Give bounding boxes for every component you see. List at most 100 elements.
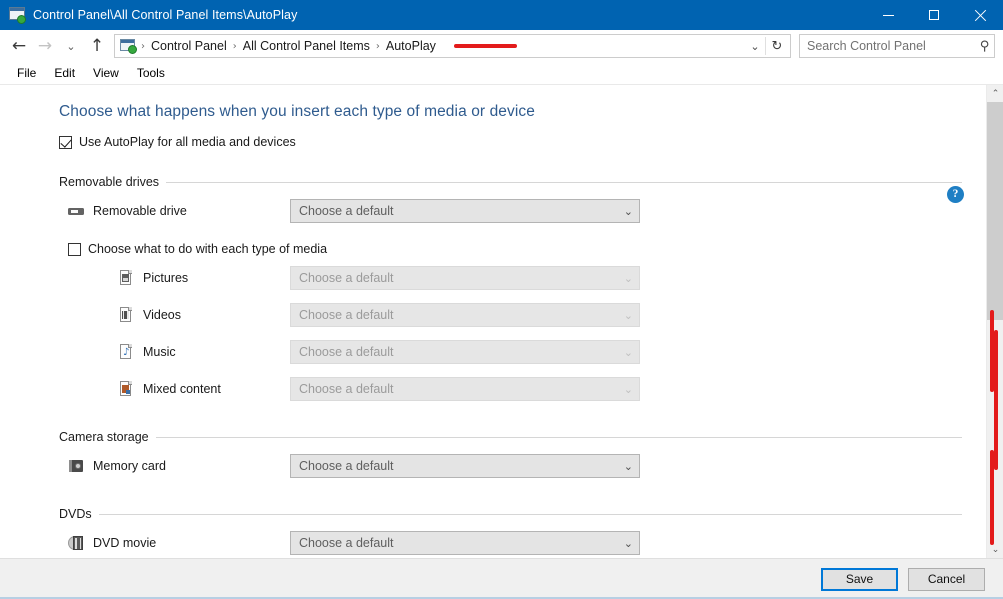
chevron-down-icon: ⌄: [623, 204, 633, 218]
content-area: Choose what happens when you insert each…: [0, 84, 1003, 558]
dropdown-mixed-content[interactable]: Choose a default ⌄: [290, 377, 640, 401]
control-panel-window: Control Panel\All Control Panel Items\Au…: [0, 0, 1003, 599]
videos-icon: [118, 307, 134, 323]
dropdown-memory-card[interactable]: Choose a default ⌄: [290, 454, 640, 478]
setting-row-pictures: Pictures Choose a default ⌄: [0, 263, 986, 293]
group-header: Removable drives: [0, 175, 986, 189]
annotation-line-lower: [990, 450, 994, 545]
dvd-icon: [68, 535, 84, 551]
footer-bar: Save Cancel: [0, 558, 1003, 599]
back-button[interactable]: ←: [6, 33, 32, 59]
chevron-down-icon: ⌄: [623, 459, 633, 473]
vertical-scrollbar[interactable]: ⌃ ⌄: [986, 85, 1003, 558]
search-icon: ⚲: [980, 38, 990, 54]
setting-row-removable-drive: Removable drive Choose a default ⌄: [0, 196, 986, 226]
dropdown-pictures[interactable]: Choose a default ⌄: [290, 266, 640, 290]
memory-card-icon: [68, 458, 84, 474]
menu-view[interactable]: View: [84, 64, 128, 82]
save-button[interactable]: Save: [821, 567, 898, 591]
group-camera-storage: Camera storage Memory card Choose a defa…: [0, 430, 986, 481]
menu-edit[interactable]: Edit: [45, 64, 84, 82]
refresh-button[interactable]: ↻: [766, 35, 788, 57]
chevron-down-icon: ⌄: [623, 308, 633, 322]
up-button[interactable]: ↑: [84, 33, 110, 59]
chevron-down-icon: ⌄: [623, 536, 633, 550]
scrollbar-thumb[interactable]: [987, 102, 1003, 320]
row-label: Memory card: [93, 459, 166, 473]
recent-locations-button[interactable]: ⌄: [58, 33, 84, 59]
music-icon: ♪: [118, 344, 134, 360]
breadcrumb-separator: ›: [232, 40, 237, 52]
chevron-down-icon: ⌄: [991, 544, 1000, 555]
search-input[interactable]: Search Control Panel: [807, 39, 980, 53]
group-divider: [166, 181, 962, 183]
page-title: Choose what happens when you insert each…: [59, 103, 535, 120]
setting-row-memory-card: Memory card Choose a default ⌄: [0, 451, 986, 481]
navigation-bar: ← → ⌄ ↑ › Control Panel › All Control Pa…: [0, 30, 1003, 62]
address-dropdown-button[interactable]: ⌄: [745, 35, 765, 57]
dropdown-value: Choose a default: [299, 536, 394, 550]
use-autoplay-label: Use AutoPlay for all media and devices: [79, 135, 296, 149]
dropdown-value: Choose a default: [299, 382, 394, 396]
menu-tools[interactable]: Tools: [128, 64, 174, 82]
breadcrumb-item-control-panel[interactable]: Control Panel: [147, 37, 231, 55]
refresh-icon: ↻: [771, 38, 783, 54]
breadcrumb-control-panel-icon: [120, 38, 137, 54]
each-media-type-label: Choose what to do with each type of medi…: [88, 242, 328, 256]
annotation-line-middle: [994, 330, 998, 470]
maximize-button[interactable]: [911, 0, 957, 30]
cancel-button[interactable]: Cancel: [908, 567, 985, 591]
up-arrow-icon: ↑: [89, 35, 105, 56]
mixed-content-icon: [118, 381, 134, 397]
group-divider: [98, 513, 962, 515]
setting-row-videos: Videos Choose a default ⌄: [0, 300, 986, 330]
settings-pane: Choose what happens when you insert each…: [0, 85, 986, 558]
chevron-down-icon: ⌄: [623, 345, 633, 359]
chevron-down-icon: ⌄: [623, 382, 633, 396]
row-label: Removable drive: [93, 204, 187, 218]
help-icon[interactable]: ?: [947, 186, 964, 203]
dropdown-value: Choose a default: [299, 204, 394, 218]
address-bar[interactable]: › Control Panel › All Control Panel Item…: [114, 34, 791, 58]
group-title: Camera storage: [59, 430, 149, 444]
dropdown-dvd-movie[interactable]: Choose a default ⌄: [290, 531, 640, 555]
breadcrumb-item-all-items[interactable]: All Control Panel Items: [239, 37, 374, 55]
scroll-up-button[interactable]: ⌃: [987, 85, 1003, 102]
use-autoplay-checkbox-row[interactable]: Use AutoPlay for all media and devices: [0, 121, 986, 149]
usb-drive-icon: [68, 203, 84, 219]
dropdown-value: Choose a default: [299, 459, 394, 473]
chevron-up-icon: ⌃: [991, 88, 1000, 99]
row-label: Mixed content: [143, 382, 221, 396]
menu-bar: File Edit View Tools: [0, 62, 1003, 84]
window-controls: [865, 0, 1003, 30]
breadcrumb-item-autoplay[interactable]: AutoPlay: [382, 37, 440, 55]
group-removable-drives: Removable drives Removable drive Choose …: [0, 175, 986, 404]
minimize-button[interactable]: [865, 0, 911, 30]
dropdown-music[interactable]: Choose a default ⌄: [290, 340, 640, 364]
group-title: Removable drives: [59, 175, 160, 189]
dropdown-value: Choose a default: [299, 308, 394, 322]
control-panel-icon: [9, 7, 26, 24]
forward-arrow-icon: →: [37, 35, 53, 56]
group-divider: [155, 436, 962, 438]
breadcrumb-separator: ›: [141, 40, 145, 52]
dropdown-videos[interactable]: Choose a default ⌄: [290, 303, 640, 327]
dropdown-removable-drive[interactable]: Choose a default ⌄: [290, 199, 640, 223]
title-bar: Control Panel\All Control Panel Items\Au…: [0, 0, 1003, 30]
each-media-type-checkbox[interactable]: [68, 242, 81, 256]
group-header: Camera storage: [0, 430, 986, 444]
each-media-type-checkbox-row[interactable]: Choose what to do with each type of medi…: [0, 242, 986, 256]
chevron-down-icon: ⌄: [750, 39, 760, 53]
group-dvds: DVDs DVD movie Choose a default ⌄: [0, 507, 986, 558]
group-title: DVDs: [59, 507, 92, 521]
row-label: Music: [143, 345, 176, 359]
menu-file[interactable]: File: [8, 64, 45, 82]
setting-row-music: ♪ Music Choose a default ⌄: [0, 337, 986, 367]
use-autoplay-checkbox[interactable]: [59, 135, 72, 149]
forward-button[interactable]: →: [32, 33, 58, 59]
redaction-mark: [453, 44, 517, 48]
search-box[interactable]: Search Control Panel ⚲: [799, 34, 995, 58]
close-button[interactable]: [957, 0, 1003, 30]
back-arrow-icon: ←: [11, 35, 27, 56]
row-label: Videos: [143, 308, 181, 322]
